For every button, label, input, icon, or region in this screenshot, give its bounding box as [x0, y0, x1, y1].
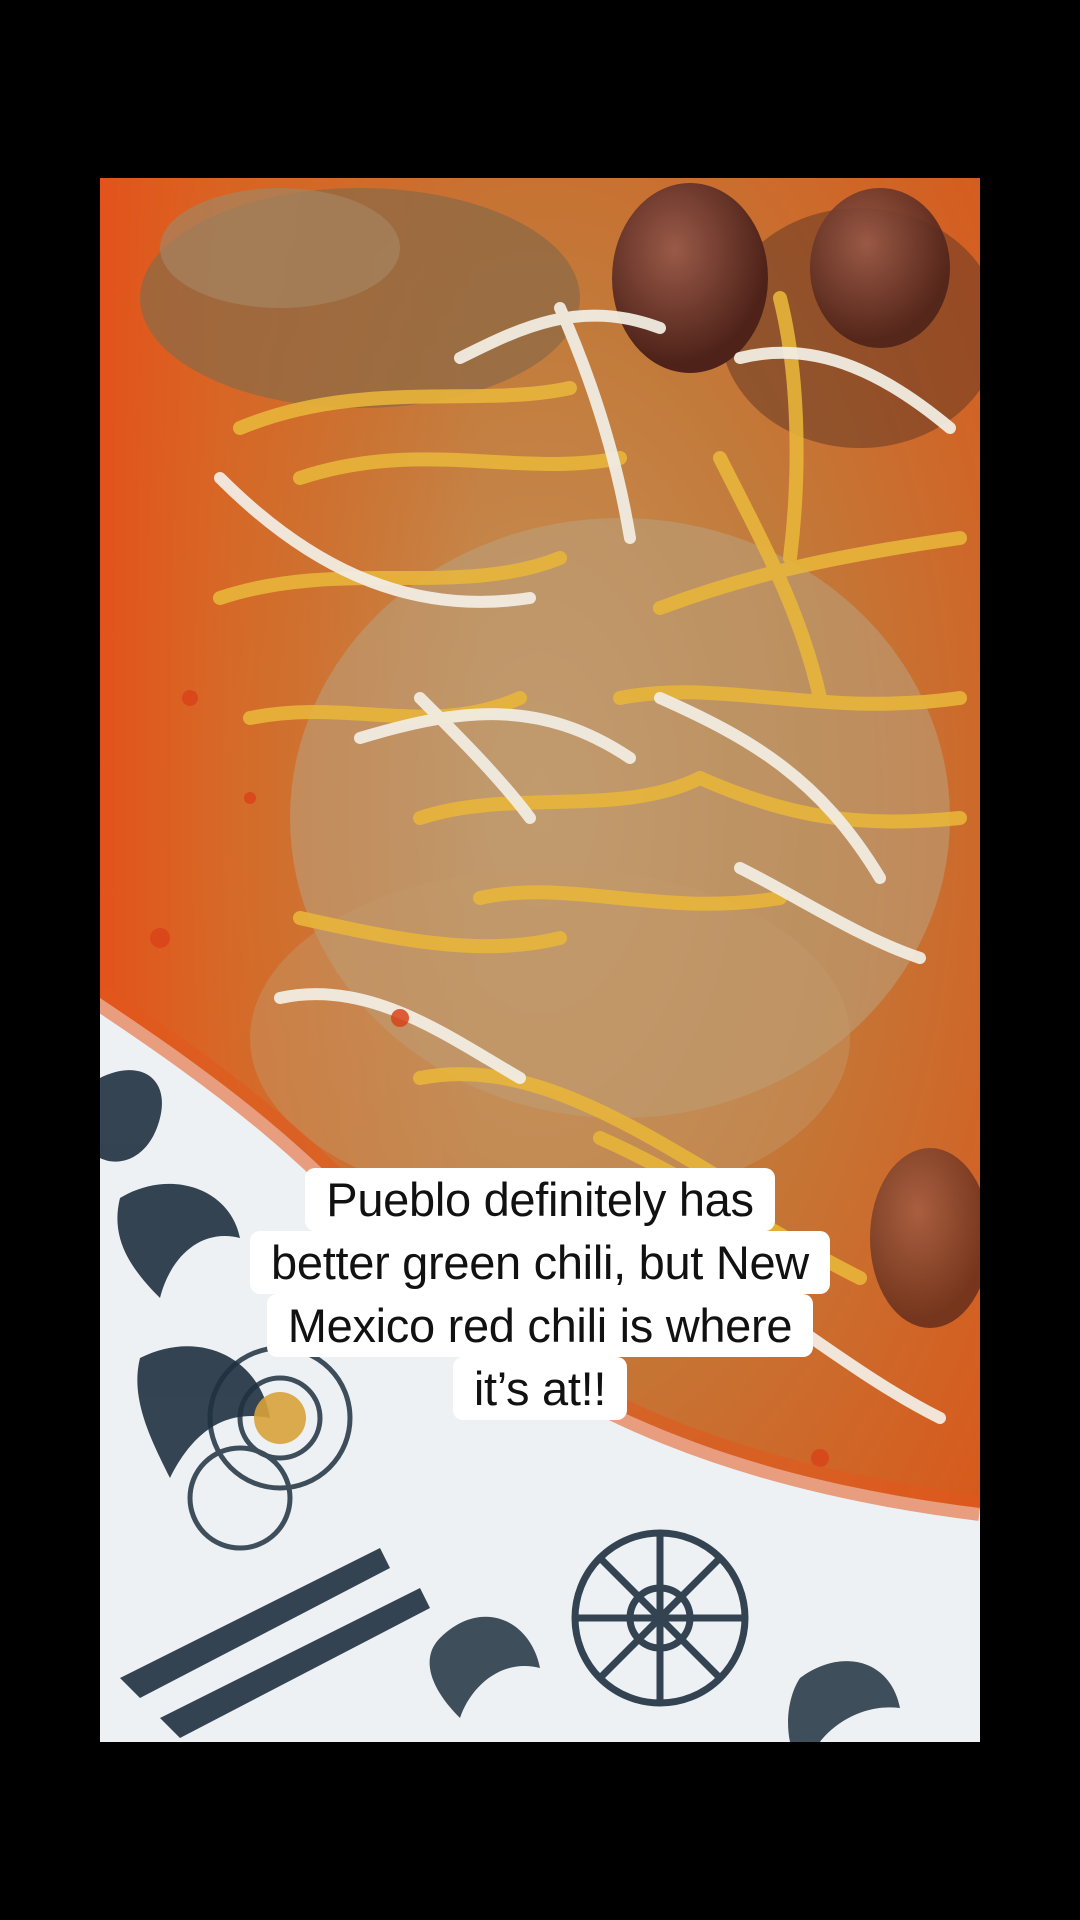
video-frame[interactable] — [100, 178, 980, 1742]
video-caption: Pueblo definitely has better green chili… — [0, 1168, 1080, 1420]
video-screen[interactable]: Pueblo definitely has better green chili… — [0, 0, 1080, 1920]
caption-line-3: Mexico red chili is where — [266, 1294, 814, 1357]
caption-line-1: Pueblo definitely has — [305, 1168, 775, 1231]
caption-line-4: it’s at!! — [452, 1357, 628, 1420]
caption-line-2: better green chili, but New — [250, 1231, 830, 1294]
chili-bowl-image — [100, 178, 980, 1742]
